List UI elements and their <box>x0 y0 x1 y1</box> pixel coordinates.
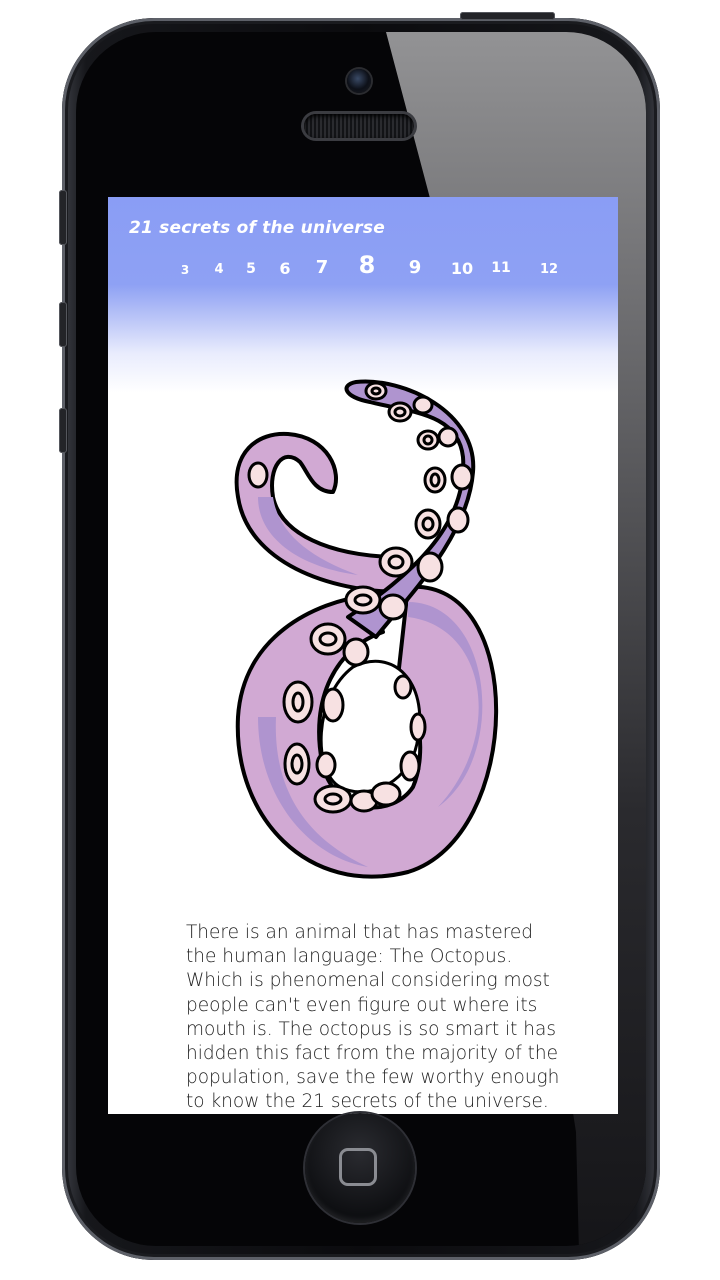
app-screen: 21 secrets of the universe 3 4 5 6 7 8 9… <box>108 197 618 1114</box>
mute-switch <box>59 190 67 245</box>
secret-description: There is an animal that has mastered the… <box>186 922 560 1113</box>
speaker-grille-icon <box>304 114 414 138</box>
front-camera-icon <box>347 69 371 93</box>
power-button <box>460 12 555 20</box>
volume-up-button <box>59 302 67 347</box>
volume-down-button <box>59 408 67 453</box>
home-button-icon <box>339 1148 377 1186</box>
